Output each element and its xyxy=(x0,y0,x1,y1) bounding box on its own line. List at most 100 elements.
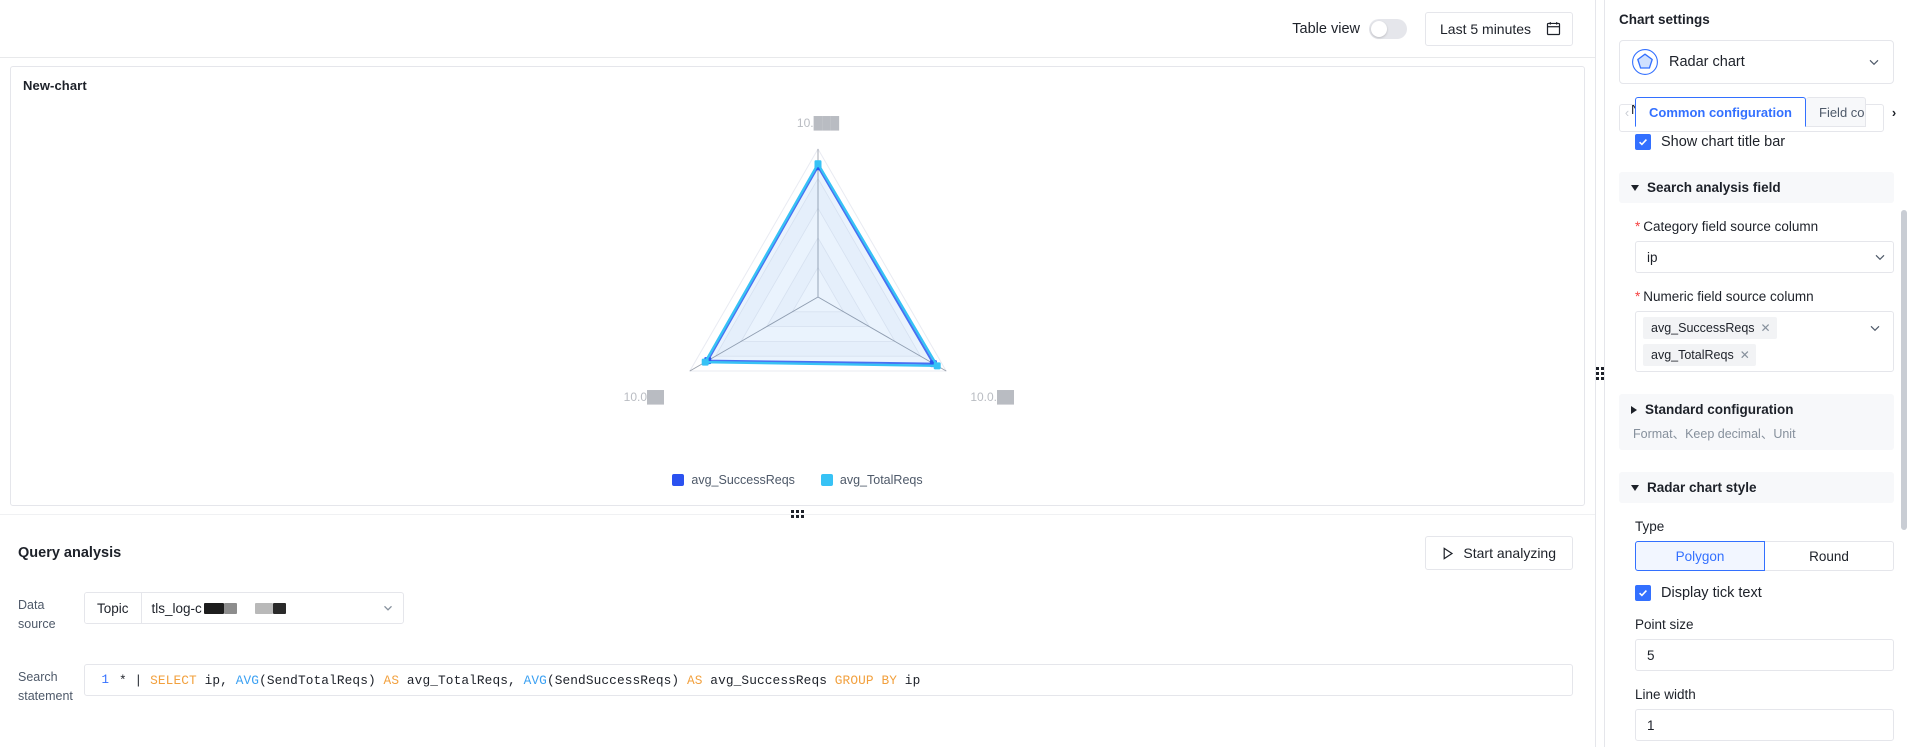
category-field-label: * Category field source column xyxy=(1635,219,1819,234)
table-view-toggle-group[interactable]: Table view xyxy=(1292,18,1407,39)
chevron-down-icon[interactable] xyxy=(1873,250,1887,264)
legend-swatch-2 xyxy=(820,474,833,486)
close-icon[interactable]: ✕ xyxy=(1761,322,1771,334)
triangle-down-icon xyxy=(1631,184,1639,191)
category-field-select[interactable]: ip xyxy=(1635,241,1894,273)
drag-dots-icon xyxy=(1596,367,1604,380)
legend-label-2: avg_TotalReqs xyxy=(839,473,923,487)
radar-data-point xyxy=(933,362,941,370)
show-chart-title-bar-row[interactable]: Show chart title bar xyxy=(1605,120,1912,150)
chevron-left-icon[interactable]: ‹ xyxy=(1619,105,1635,120)
start-analyzing-button[interactable]: Start analyzing xyxy=(1425,536,1573,570)
sql-token: AS xyxy=(383,672,400,688)
section-title: Radar chart style xyxy=(1647,480,1757,495)
point-size-input[interactable]: 5 xyxy=(1635,639,1894,671)
point-size-label: Point size xyxy=(1635,617,1694,632)
horizontal-resize-handle[interactable] xyxy=(0,506,1595,522)
section-standard-configuration[interactable]: Standard configuration Format、Keep decim… xyxy=(1619,394,1894,450)
chevron-right-icon[interactable]: › xyxy=(1886,105,1902,120)
chart-toolbar: Table view Last 5 minutes xyxy=(0,0,1595,58)
search-statement-label: Search statement xyxy=(18,670,73,703)
redacted-block xyxy=(223,602,237,614)
table-view-switch[interactable] xyxy=(1369,18,1407,39)
datasource-row: Data source Topic tls_log-c xyxy=(18,592,1573,634)
chart-type-selector[interactable]: Radar chart xyxy=(1619,40,1894,84)
chevron-down-icon[interactable] xyxy=(1863,317,1887,335)
datasource-value-text: tls_log-c xyxy=(151,600,202,616)
drag-dots-icon xyxy=(791,510,804,518)
redacted-block xyxy=(203,602,224,614)
sidebar-scrollbar[interactable] xyxy=(1901,210,1907,530)
time-range-picker[interactable]: Last 5 minutes xyxy=(1425,11,1573,46)
radar-axis-label: 10.0██ xyxy=(623,390,664,405)
radar-chart[interactable]: 10.███ 10.0.██ 10.0██ xyxy=(18,97,1578,427)
radar-type-group: Type Polygon Round xyxy=(1605,519,1912,571)
query-analysis-header: Query analysis Start analyzing xyxy=(18,536,1573,570)
radar-type-polygon-button[interactable]: Polygon xyxy=(1635,541,1765,571)
section-search-analysis-field[interactable]: Search analysis field xyxy=(1619,172,1894,203)
tab-label: Field con xyxy=(1819,104,1865,120)
play-icon xyxy=(1443,546,1454,560)
query-analysis-title: Query analysis xyxy=(18,545,122,561)
radar-data-point xyxy=(814,160,821,168)
tab-label: Common configuration xyxy=(1649,104,1792,120)
redacted-block xyxy=(272,602,286,614)
chevron-down-icon[interactable] xyxy=(1867,55,1881,69)
display-tick-text-label: Display tick text xyxy=(1661,585,1762,601)
sql-token: avg_SuccessReqs xyxy=(702,672,835,688)
radar-type-round-button[interactable]: Round xyxy=(1765,541,1894,571)
chart-card: New-chart 10.███ 10.0.██ 10.0██ avg_Succes… xyxy=(10,66,1585,506)
datasource-prefix: Topic xyxy=(85,593,142,623)
radar-pentagon-icon xyxy=(1632,49,1658,75)
chart-type-label: Radar chart xyxy=(1669,54,1745,70)
tag-item[interactable]: avg_SuccessReqs ✕ xyxy=(1643,317,1777,339)
datasource-label: Data source xyxy=(18,598,56,631)
line-width-group: Line width 1 xyxy=(1605,687,1912,741)
radar-type-label: Type xyxy=(1635,519,1665,534)
display-tick-text-row[interactable]: Display tick text xyxy=(1605,571,1912,601)
main-panel: Table view Last 5 minutes New-chart 10.█… xyxy=(0,0,1596,747)
start-analyzing-label: Start analyzing xyxy=(1463,545,1556,561)
numeric-field-multiselect[interactable]: avg_SuccessReqs ✕ avg_TotalReqs ✕ xyxy=(1635,311,1894,372)
legend-item[interactable]: avg_SuccessReqs xyxy=(672,473,795,487)
chevron-down-icon[interactable] xyxy=(373,593,403,623)
section-title: Search analysis field xyxy=(1647,180,1781,195)
search-statement-input[interactable]: 1 * | SELECT ip, AVG(SendTotalReqs) AS a… xyxy=(84,664,1573,696)
chart-settings-sidebar: Chart settings Radar chart New-chart ‹ C… xyxy=(1604,0,1912,747)
sql-token: ip, xyxy=(196,672,236,688)
section-header: Search analysis field xyxy=(1631,180,1882,195)
numeric-field-group: * Numeric field source column avg_Success… xyxy=(1605,289,1912,372)
check-icon xyxy=(1639,139,1647,146)
time-range-value: Last 5 minutes xyxy=(1440,20,1532,37)
vertical-resize-handle[interactable] xyxy=(1596,0,1604,747)
sidebar-scroll-area: Show chart title bar Search analysis fie… xyxy=(1605,120,1912,747)
show-title-bar-checkbox[interactable] xyxy=(1635,134,1651,150)
triangle-right-icon xyxy=(1631,405,1637,414)
triangle-down-icon xyxy=(1631,484,1639,491)
sql-token: GROUP BY xyxy=(834,672,898,688)
category-field-group: * Category field source column ip xyxy=(1605,219,1912,273)
numeric-field-label: * Numeric field source column xyxy=(1635,289,1814,304)
legend-label-1: avg_SuccessReqs xyxy=(691,473,795,487)
radar-data-point xyxy=(701,358,709,366)
line-number: 1 xyxy=(101,673,109,687)
category-field-value: ip xyxy=(1647,249,1658,265)
datasource-value: tls_log-c xyxy=(142,593,373,623)
radar-type-segmented: Polygon Round xyxy=(1635,541,1894,571)
sql-token: * | xyxy=(119,672,151,688)
legend-item[interactable]: avg_TotalReqs xyxy=(820,473,923,487)
tag-item[interactable]: avg_TotalReqs ✕ xyxy=(1643,344,1756,366)
search-statement-row: Search statement 1 * | SELECT ip, AVG(Se… xyxy=(18,664,1573,706)
sql-token: AS xyxy=(686,672,703,688)
radar-chart-body[interactable]: 10.███ 10.0.██ 10.0██ xyxy=(11,97,1584,455)
sql-token: AVG xyxy=(235,672,260,688)
datasource-select[interactable]: Topic tls_log-c xyxy=(84,592,404,624)
line-width-input[interactable]: 1 xyxy=(1635,709,1894,741)
close-icon[interactable]: ✕ xyxy=(1740,349,1750,361)
calendar-icon xyxy=(1546,22,1561,36)
line-width-label: Line width xyxy=(1635,687,1696,702)
section-radar-chart-style[interactable]: Radar chart style xyxy=(1619,472,1894,503)
display-tick-text-checkbox[interactable] xyxy=(1635,585,1651,601)
selected-tag-list: avg_SuccessReqs ✕ avg_TotalReqs ✕ xyxy=(1643,317,1863,366)
required-asterisk: * xyxy=(1635,219,1641,234)
